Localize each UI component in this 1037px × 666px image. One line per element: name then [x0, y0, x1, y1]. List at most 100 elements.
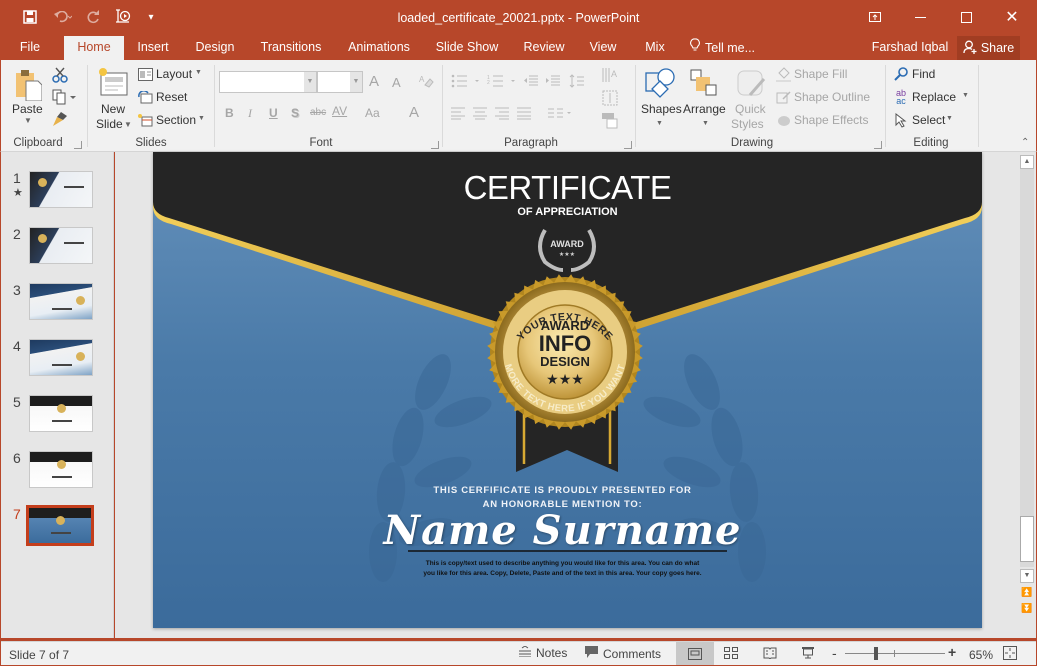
select-cursor-icon[interactable]	[893, 112, 909, 128]
font-size-input[interactable]: ▼	[317, 71, 363, 93]
tell-me-search[interactable]: Tell me...	[690, 36, 762, 60]
shape-effects-icon[interactable]	[775, 112, 791, 128]
copy-icon[interactable]	[51, 88, 79, 106]
font-name-input[interactable]: ▼	[219, 71, 317, 93]
quick-styles-icon[interactable]	[735, 68, 767, 100]
zoom-level[interactable]: 65%	[969, 648, 993, 662]
layout-button[interactable]: Layout	[156, 67, 192, 81]
zoom-in-button[interactable]: +	[948, 644, 956, 660]
zoom-slider-track[interactable]	[845, 653, 945, 654]
alignment-buttons[interactable]	[449, 104, 533, 122]
certificate-subtitle[interactable]: OF APPRECIATION	[153, 206, 982, 218]
clear-formatting-icon[interactable]: A	[417, 72, 435, 90]
shape-fill-icon[interactable]	[775, 66, 791, 82]
character-spacing-button[interactable]: AV	[332, 104, 347, 118]
notes-button[interactable]: Notes	[519, 646, 567, 660]
vertical-scrollbar[interactable]: ▲ ▼ ⏫ ⏬	[1017, 152, 1036, 638]
tab-view[interactable]: View	[585, 36, 621, 60]
format-painter-icon[interactable]	[51, 110, 69, 128]
shapes-icon[interactable]	[643, 66, 677, 102]
text-shadow-button[interactable]: S	[291, 106, 299, 120]
reset-button[interactable]: Reset	[156, 90, 187, 104]
new-slide-icon[interactable]	[97, 66, 129, 98]
reset-icon[interactable]	[137, 90, 153, 104]
shape-outline-icon[interactable]	[775, 89, 791, 105]
slide-thumbnail[interactable]	[29, 227, 93, 264]
line-spacing-icon[interactable]	[567, 72, 593, 90]
paste-icon[interactable]	[13, 66, 43, 102]
quick-styles-label-2[interactable]: Styles	[731, 117, 764, 131]
shape-outline-button[interactable]: Shape Outline	[794, 90, 870, 104]
strikethrough-button[interactable]: abc	[310, 107, 326, 118]
zoom-slider-thumb[interactable]	[874, 647, 878, 660]
increase-indent-icon[interactable]	[543, 72, 563, 90]
clipboard-dialog-launcher[interactable]	[74, 141, 82, 149]
numbering-icon[interactable]: 12	[485, 72, 525, 90]
tab-mix[interactable]: Mix	[640, 36, 670, 60]
tab-review[interactable]: Review	[520, 36, 568, 60]
slide-thumbnail[interactable]	[29, 171, 93, 208]
change-case-button[interactable]: Aa	[365, 106, 380, 120]
shape-fill-button[interactable]: Shape Fill	[794, 67, 847, 81]
tab-insert[interactable]: Insert	[131, 36, 175, 60]
scroll-up-button[interactable]: ▲	[1020, 155, 1034, 169]
cut-icon[interactable]	[51, 66, 69, 84]
close-button[interactable]: ✕	[992, 4, 1032, 30]
replace-icon[interactable]: abac	[893, 89, 909, 105]
ribbon-display-options-icon[interactable]	[855, 4, 895, 30]
reading-view-button[interactable]	[763, 647, 777, 662]
tab-slide-show[interactable]: Slide Show	[433, 36, 501, 60]
user-name[interactable]: Farshad Iqbal	[868, 36, 952, 60]
increase-font-size-icon[interactable]: A	[369, 73, 379, 90]
slide-canvas[interactable]: AWARD ★★★ YOUR TEXT HERE MORE TEXT HERE …	[153, 152, 982, 628]
comments-button[interactable]: Comments	[585, 646, 661, 661]
font-dialog-launcher[interactable]	[431, 141, 439, 149]
font-size-dropdown-icon[interactable]: ▼	[350, 72, 362, 92]
new-slide-dropdown-icon[interactable]: ▼	[124, 120, 132, 129]
new-slide-label-1[interactable]: New	[101, 102, 125, 116]
tab-file[interactable]: File	[10, 36, 50, 60]
bold-button[interactable]: B	[225, 106, 234, 120]
decrease-font-size-icon[interactable]: A	[392, 75, 401, 90]
paste-label[interactable]: Paste	[12, 102, 43, 116]
layout-icon[interactable]	[137, 67, 153, 81]
description-line-1[interactable]: This is copy/text used to describe anyth…	[153, 560, 972, 567]
scroll-thumb[interactable]	[1020, 516, 1034, 562]
description-line-2[interactable]: you like for this area. Copy, Delete, Pa…	[153, 570, 972, 577]
font-color-button[interactable]: A	[409, 104, 419, 121]
slide-show-button[interactable]	[801, 647, 815, 662]
scroll-down-button[interactable]: ▼	[1020, 569, 1034, 583]
presented-text-line-1[interactable]: THIS CERFIFICATE IS PROUDLY PRESENTED FO…	[153, 485, 972, 496]
minimize-button[interactable]	[900, 4, 940, 30]
new-slide-label-2[interactable]: Slide	[96, 117, 123, 131]
shapes-button[interactable]: Shapes	[641, 102, 682, 116]
tab-home[interactable]: Home	[64, 36, 124, 60]
slide-sorter-button[interactable]	[724, 647, 738, 662]
tab-transitions[interactable]: Transitions	[256, 36, 326, 60]
previous-slide-button[interactable]: ⏫	[1020, 587, 1034, 601]
decrease-indent-icon[interactable]	[521, 72, 541, 90]
arrange-button[interactable]: Arrange	[683, 102, 726, 116]
collapse-ribbon-icon[interactable]: ⌃	[1021, 137, 1029, 148]
quick-styles-label-1[interactable]: Quick	[735, 102, 766, 116]
columns-icon[interactable]	[545, 104, 575, 122]
drawing-dialog-launcher[interactable]	[874, 141, 882, 149]
maximize-button[interactable]	[946, 4, 986, 30]
text-direction-icon[interactable]: A	[599, 66, 625, 86]
paragraph-dialog-launcher[interactable]	[624, 141, 632, 149]
bullets-icon[interactable]	[449, 72, 489, 90]
convert-to-smartart-icon[interactable]	[599, 110, 625, 130]
zoom-out-button[interactable]: -	[832, 645, 837, 661]
find-icon[interactable]	[893, 66, 909, 82]
fit-slide-button[interactable]	[1003, 646, 1017, 663]
select-button[interactable]: Select	[912, 113, 945, 127]
slide-thumbnail[interactable]	[29, 283, 93, 320]
slide-thumbnail[interactable]	[29, 395, 93, 432]
replace-button[interactable]: Replace	[912, 90, 956, 104]
font-name-dropdown-icon[interactable]: ▼	[304, 72, 316, 92]
tab-animations[interactable]: Animations	[344, 36, 414, 60]
slide-thumbnail[interactable]	[26, 505, 94, 546]
section-button[interactable]: Section	[156, 113, 196, 127]
normal-view-button[interactable]	[676, 642, 714, 665]
slide-thumbnail[interactable]	[29, 339, 93, 376]
